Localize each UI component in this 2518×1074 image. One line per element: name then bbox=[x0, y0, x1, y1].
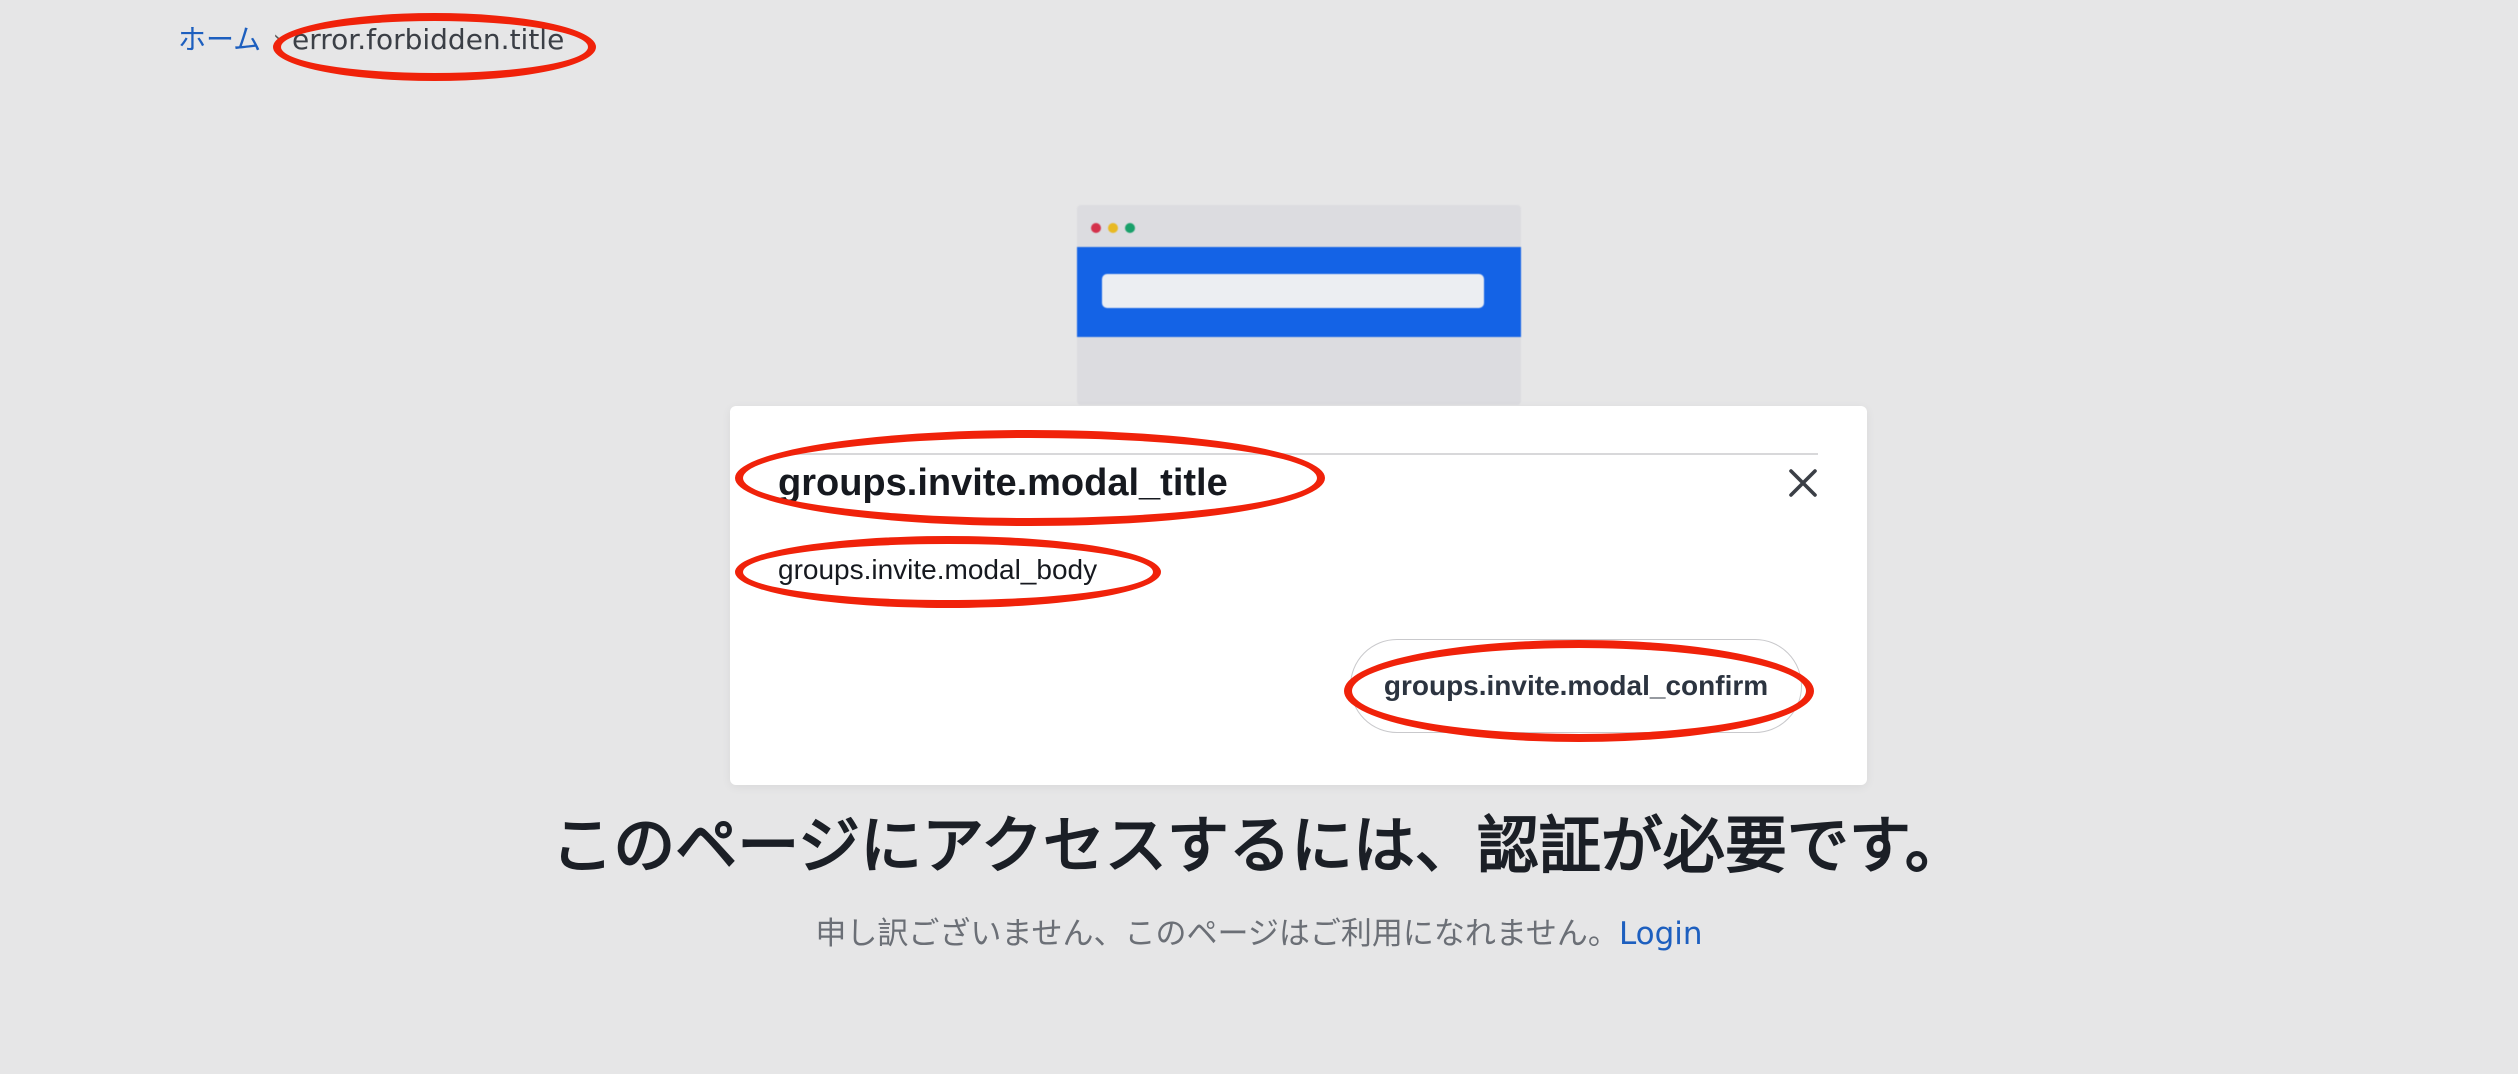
close-icon bbox=[1789, 469, 1817, 497]
illustration-header-bar bbox=[1077, 247, 1521, 337]
window-controls bbox=[1091, 223, 1135, 233]
login-link[interactable]: Login bbox=[1619, 916, 1703, 952]
breadcrumb-current: error.forbidden.title bbox=[291, 23, 565, 56]
modal-body: groups.invite.modal_body bbox=[778, 554, 1098, 585]
breadcrumb-home-link[interactable]: ホーム bbox=[178, 22, 261, 58]
error-message-text: 申し訳ございません、このページはご利用になれません。 bbox=[815, 916, 1619, 952]
window-dot-green bbox=[1125, 223, 1135, 233]
modal-confirm-button[interactable]: groups.invite.modal_confirm bbox=[1350, 639, 1802, 733]
breadcrumb: ホーム › error.forbidden.title bbox=[178, 22, 564, 58]
invite-modal: groups.invite.modal_title groups.invite.… bbox=[730, 406, 1867, 785]
error-message: 申し訳ございません、このページはご利用になれません。Login bbox=[0, 912, 2518, 956]
illustration-search-field bbox=[1102, 274, 1484, 308]
modal-close-button[interactable] bbox=[1776, 456, 1830, 510]
error-heading: このページにアクセスするには、認証が必要です。 bbox=[551, 809, 1967, 882]
browser-illustration bbox=[1077, 205, 1521, 405]
breadcrumb-separator: › bbox=[273, 27, 282, 52]
window-dot-red bbox=[1091, 223, 1101, 233]
modal-title: groups.invite.modal_title bbox=[778, 462, 1228, 504]
page: ホーム › error.forbidden.title groups.invit… bbox=[0, 0, 2518, 1074]
window-dot-yellow bbox=[1108, 223, 1118, 233]
